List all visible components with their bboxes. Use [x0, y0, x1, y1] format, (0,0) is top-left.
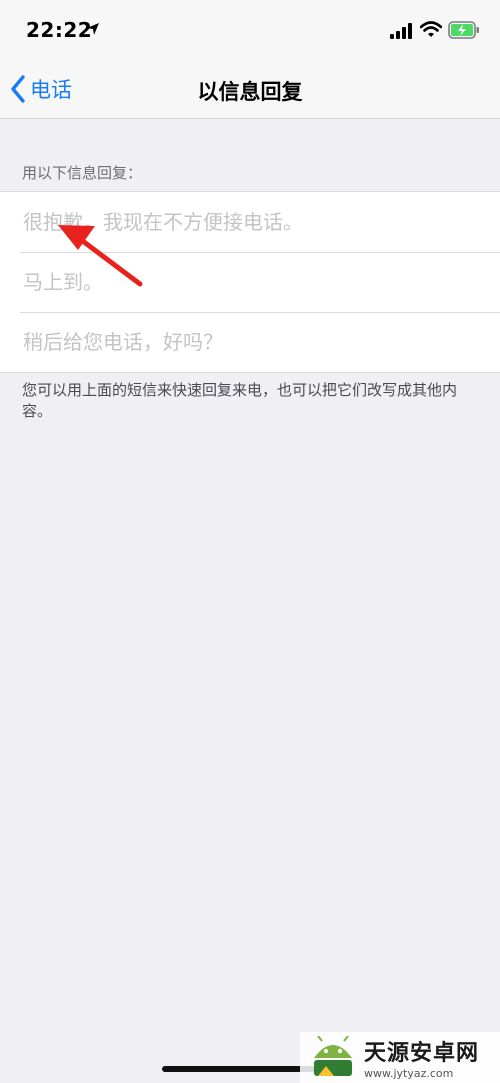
watermark-url: www.jytyaz.com	[364, 1067, 454, 1080]
watermark: 天源安卓网 www.jytyaz.com	[300, 1032, 500, 1083]
watermark-title: 天源安卓网	[364, 1041, 480, 1066]
android-logo-icon	[314, 1035, 352, 1076]
red-arrow-annotation	[58, 225, 143, 287]
